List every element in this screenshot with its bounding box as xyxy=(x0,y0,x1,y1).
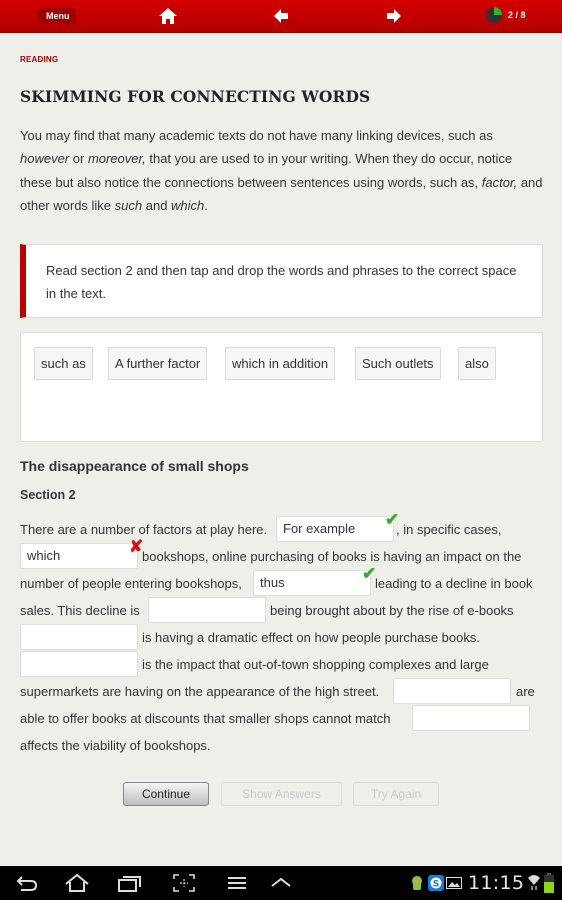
passage-text: There are a number of factors at play he… xyxy=(20,522,268,537)
word-chip[interactable]: A further factor xyxy=(108,347,208,380)
drop-blank[interactable]: thus xyxy=(253,570,371,596)
intro-emphasis: moreover, xyxy=(87,151,146,167)
passage-text: is the impact that out-of-town shopping … xyxy=(142,657,489,672)
home-icon[interactable] xyxy=(158,7,178,25)
word-chip[interactable]: which in addition xyxy=(225,347,336,380)
drop-blank[interactable]: which xyxy=(20,543,138,569)
drop-blank[interactable] xyxy=(20,651,138,677)
svg-text:S: S xyxy=(433,880,439,890)
skype-icon: S xyxy=(428,875,444,891)
intro-text: and xyxy=(142,197,172,213)
intro-emphasis: factor, xyxy=(481,174,518,190)
intro-paragraph: You may find that many academic texts do… xyxy=(20,124,545,217)
page-title: SKIMMING FOR CONNECTING WORDS xyxy=(20,87,371,106)
try-again-button[interactable]: Try Again xyxy=(353,782,439,806)
instruction-text: Read section 2 and then tap and drop the… xyxy=(46,263,517,302)
word-chip[interactable]: such as xyxy=(34,347,93,380)
clock: 11:15 xyxy=(468,872,525,894)
passage-text: being brought about by the rise of e-boo… xyxy=(270,603,514,618)
app-top-bar: Menu 2 / 8 xyxy=(0,0,562,33)
progress-pie-icon xyxy=(486,7,502,23)
word-chip[interactable]: also xyxy=(458,347,496,380)
continue-button[interactable]: Continue xyxy=(123,782,209,806)
passage-text: is having a dramatic effect on how peopl… xyxy=(142,630,480,645)
drop-blank[interactable] xyxy=(393,678,511,704)
section-label: READING xyxy=(20,55,59,64)
menu-button[interactable]: Menu xyxy=(38,8,76,24)
article-title: The disappearance of small shops xyxy=(20,458,249,474)
passage-text: leading to a decline in book xyxy=(375,576,533,591)
home-icon[interactable] xyxy=(64,874,90,892)
word-chip[interactable]: Such outlets xyxy=(355,347,441,380)
intro-emphasis: such xyxy=(114,197,143,213)
intro-emphasis: however xyxy=(20,151,70,167)
passage-text: affects the viability of bookshops. xyxy=(20,738,211,753)
battery-icon xyxy=(544,873,554,893)
intro-emphasis: which xyxy=(171,197,205,213)
wifi-icon xyxy=(528,875,540,890)
drop-blank[interactable]: For example xyxy=(276,516,394,542)
passage-text: able to offer books at discounts that sm… xyxy=(20,711,391,726)
arrow-right-icon[interactable] xyxy=(386,9,401,23)
passage-text: sales. This decline is xyxy=(20,603,140,618)
menu-icon[interactable] xyxy=(227,874,247,892)
drop-blank[interactable] xyxy=(148,597,266,623)
system-navigation-bar: S 11:15 xyxy=(0,866,562,900)
intro-text: or xyxy=(69,151,88,167)
passage-text: supermarkets are having on the appearanc… xyxy=(20,684,380,699)
android-icon xyxy=(412,876,422,890)
passage-text: , in specific cases, xyxy=(396,522,502,537)
drop-blank[interactable] xyxy=(412,705,530,731)
arrow-left-icon[interactable] xyxy=(274,9,289,23)
instruction-box: Read section 2 and then tap and drop the… xyxy=(20,244,543,318)
up-chevron-icon[interactable] xyxy=(270,874,292,892)
word-bank: such as A further factor which in additi… xyxy=(20,332,543,442)
intro-text: You may find that many academic texts do… xyxy=(20,128,493,143)
intro-text: . xyxy=(204,197,208,213)
show-answers-button[interactable]: Show Answers xyxy=(221,782,342,806)
section-heading: Section 2 xyxy=(20,488,76,502)
passage-text: bookshops, online purchasing of books is… xyxy=(142,549,522,564)
screenshot-icon[interactable] xyxy=(173,874,195,892)
recent-apps-icon[interactable] xyxy=(118,874,142,892)
gallery-icon xyxy=(446,877,462,889)
drop-blank[interactable] xyxy=(20,624,138,650)
passage-text: are xyxy=(516,684,535,699)
passage-text: number of people entering bookshops, xyxy=(20,576,242,591)
progress-text: 2 / 8 xyxy=(508,10,526,20)
back-icon[interactable] xyxy=(16,874,38,892)
